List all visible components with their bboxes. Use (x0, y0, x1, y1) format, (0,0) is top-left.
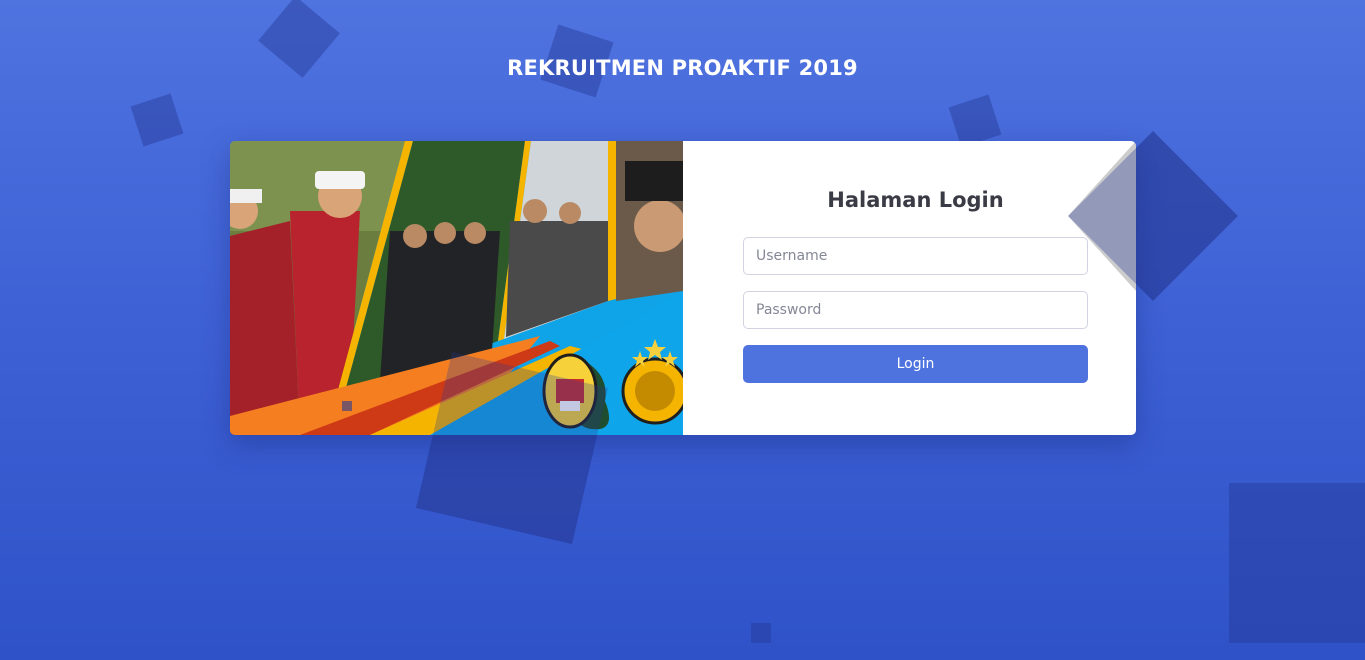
decorative-square (342, 401, 352, 411)
form-title: Halaman Login (827, 188, 1004, 212)
login-form: Halaman Login Login (743, 181, 1088, 383)
password-input[interactable] (743, 291, 1088, 329)
login-button[interactable]: Login (743, 345, 1088, 383)
decorative-square (751, 623, 771, 643)
page-title: REKRUITMEN PROAKTIF 2019 (507, 56, 858, 80)
login-card: Halaman Login Login (230, 141, 1136, 435)
decorative-square (1229, 483, 1365, 643)
decorative-square (130, 93, 184, 147)
decorative-square (948, 94, 1002, 148)
username-input[interactable] (743, 237, 1088, 275)
decorative-square (416, 352, 608, 544)
